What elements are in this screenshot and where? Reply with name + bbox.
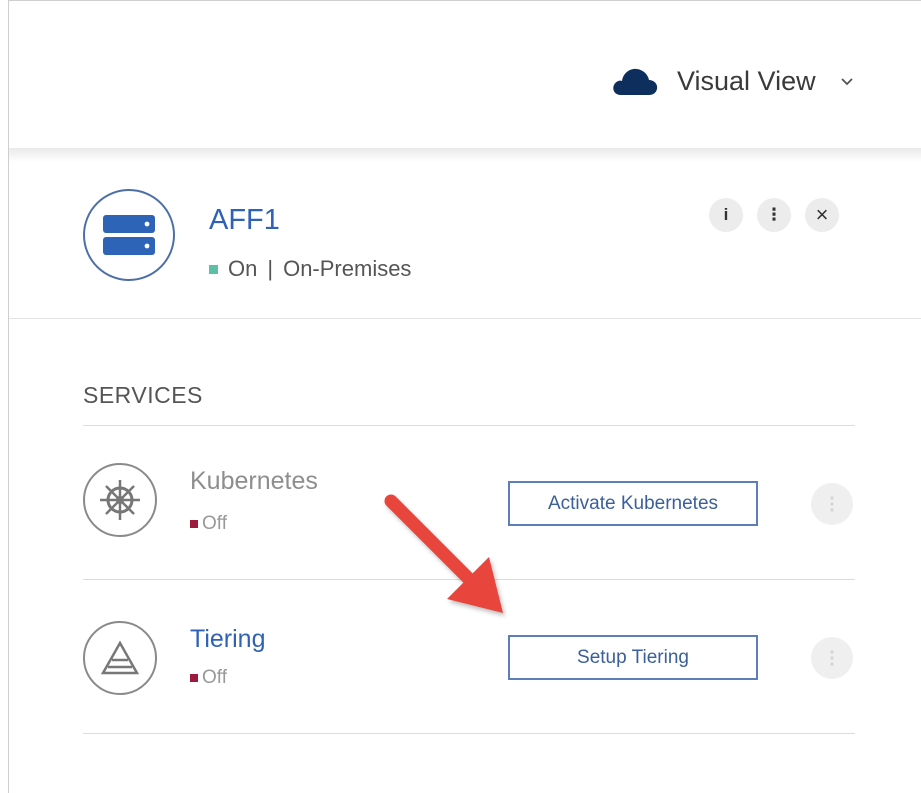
app-frame: Visual View AFF1 On | On-Premises i ⋮ × … [8, 0, 921, 793]
kebab-menu-icon [830, 496, 834, 512]
environment-header: AFF1 On | On-Premises i ⋮ × [9, 163, 921, 319]
service-status-label: Off [202, 667, 227, 688]
service-divider [83, 733, 855, 734]
environment-name[interactable]: AFF1 [209, 204, 280, 237]
kebab-menu-icon: ⋮ [765, 205, 783, 224]
service-name-kubernetes: Kubernetes [190, 467, 318, 495]
setup-tiering-button[interactable]: Setup Tiering [508, 635, 758, 680]
environment-actions: i ⋮ × [709, 198, 839, 232]
service-status-label: Off [202, 513, 227, 534]
status-indicator-off [190, 674, 198, 682]
top-bar: Visual View [9, 1, 921, 151]
environment-location: On-Premises [283, 256, 412, 281]
services-divider [83, 425, 855, 426]
close-button[interactable]: × [805, 198, 839, 232]
service-name-tiering[interactable]: Tiering [190, 625, 266, 654]
services-heading: SERVICES [83, 382, 203, 408]
kubernetes-helm-icon [83, 463, 157, 537]
cloud-icon [613, 68, 658, 95]
environment-state: On [228, 256, 258, 281]
service-menu-button-tiering[interactable] [811, 637, 853, 679]
tiering-triangle-icon [83, 621, 157, 695]
activate-kubernetes-button[interactable]: Activate Kubernetes [508, 481, 758, 526]
storage-server-icon [83, 189, 175, 281]
status-indicator-off [190, 520, 198, 528]
top-bar-shadow [9, 148, 921, 162]
chevron-down-icon [840, 78, 853, 86]
red-arrow-icon [384, 494, 503, 613]
kebab-menu-icon [830, 650, 834, 666]
more-options-button[interactable]: ⋮ [757, 198, 791, 232]
view-selector[interactable]: Visual View [611, 59, 854, 103]
view-selector-label: Visual View [677, 65, 816, 96]
info-button[interactable]: i [709, 198, 743, 232]
service-row-tiering: Tiering Off Setup Tiering [83, 615, 863, 735]
info-icon: i [723, 205, 729, 224]
close-icon: × [815, 202, 829, 227]
environment-status: On | On-Premises [209, 256, 411, 282]
service-menu-button-kubernetes[interactable] [811, 483, 853, 525]
status-separator: | [267, 256, 274, 281]
status-indicator-on [209, 264, 218, 274]
service-status-tiering: Off [190, 667, 227, 689]
service-status-kubernetes: Off [190, 513, 227, 535]
